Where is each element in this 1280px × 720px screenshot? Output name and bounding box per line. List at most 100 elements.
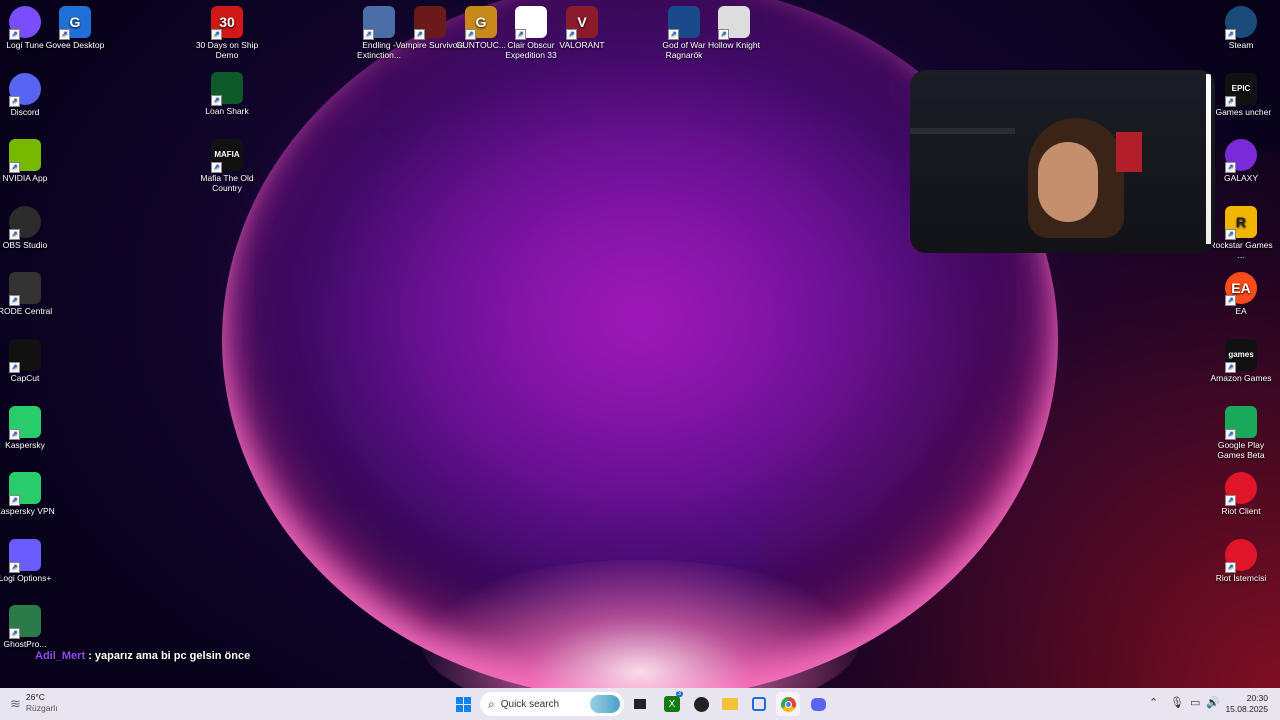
chrome-icon [780, 696, 796, 712]
weather-temp: 26°C [25, 692, 45, 702]
chrome-button[interactable] [776, 692, 800, 716]
icon-glyph: 30 [219, 14, 235, 30]
chat-message: Adil_Mert : yaparız ama bi pc gelsin önc… [35, 650, 250, 662]
shortcut-arrow-icon: ↗ [1225, 228, 1236, 240]
desktop-icon-obs[interactable]: ↗ OBS Studio [0, 204, 60, 250]
desktop-icon-epic-games[interactable]: EPIC ↗: Games uncher [1206, 71, 1276, 117]
desktop-icon-ea[interactable]: EA ↗ EA [1206, 270, 1276, 316]
desktop-icon-label: NVIDIA App [2, 173, 48, 184]
chevron-up-icon[interactable]: ⌃ [1149, 696, 1158, 709]
desktop-icon-logi-options[interactable]: ↗ Logi Options+ [0, 537, 60, 583]
desktop-icon-label: 30 Days on Ship Demo [195, 40, 259, 60]
desktop-icon-loan-shark[interactable]: ↗ Loan Shark [192, 70, 262, 116]
search-highlight-icon [590, 695, 620, 713]
desktop-icon-kaspersky[interactable]: ↗ Kaspersky [0, 404, 60, 450]
ea-icon: EA ↗ [1225, 272, 1257, 307]
file-icon: ↗ [515, 6, 547, 40]
desktop-icon-amazon-games[interactable]: games ↗ Amazon Games [1206, 337, 1276, 383]
weather-condition: Rüzgarlı [25, 703, 58, 713]
shortcut-arrow-icon: ↗ [9, 228, 20, 240]
desktop-icon-google-play-games[interactable]: ↗ Google Play Games Beta [1206, 404, 1276, 460]
obs-taskbar-button[interactable] [689, 692, 713, 716]
desktop-icon-label: Amazon Games [1210, 373, 1272, 383]
desktop-icon-label: Logi Options+ [0, 572, 52, 583]
microphone-icon[interactable]: 🎙 [1170, 696, 1184, 709]
shortcut-arrow-icon: ↗ [414, 29, 425, 40]
desktop-icon-govee[interactable]: G ↗ Govee Desktop [40, 4, 110, 50]
chat-text: yaparız ama bi pc gelsin önce [94, 650, 251, 662]
obs-icon: ↗ [9, 205, 41, 240]
taskbar-clock[interactable]: 20:30 15.08.2025 [1225, 693, 1268, 715]
wind-icon: ≋ [10, 695, 21, 711]
shortcut-arrow-icon: ↗ [9, 362, 20, 373]
rockstar-icon: R ↗ [1225, 205, 1257, 240]
light-bar [1206, 74, 1211, 244]
xbox-button[interactable]: X 3 [660, 691, 684, 716]
desktop-icon-label: Kaspersky [5, 439, 45, 450]
google-play-games-icon: ↗ [1225, 405, 1257, 440]
riot-istemcisi-icon: ↗ [1225, 538, 1257, 573]
desktop-icon-galaxy[interactable]: ↗ GALAXY [1206, 137, 1276, 183]
start-button[interactable] [451, 692, 475, 716]
desktop-icon-capcut[interactable]: ↗ CapCut [0, 337, 60, 383]
vampire-survivors-icon: ↗ [414, 6, 446, 40]
desktop-icon-label: RODE Central [0, 306, 53, 317]
desktop-icon-label: Govee Desktop [45, 40, 105, 50]
discord-taskbar-button[interactable] [806, 692, 830, 716]
streamer-face [1038, 142, 1098, 222]
nvidia-icon: ↗ [9, 139, 41, 174]
shortcut-arrow-icon: ↗ [1225, 362, 1236, 373]
logi-tune-icon: ↗ [9, 6, 41, 40]
taskbar: ≋ 26°C Rüzgarlı ⌕ Quick search X 3 ⌃ 🎙 ▭… [0, 688, 1280, 720]
display-icon[interactable]: ▭ [1190, 696, 1200, 709]
icon-glyph: EPIC [1231, 83, 1251, 93]
file-explorer-button[interactable] [718, 692, 742, 716]
desktop-icon-ghostpro[interactable]: ↗ GhostPro... [0, 603, 60, 649]
desktop-icon-riot-istemcisi[interactable]: ↗ Riot İstemcisi [1206, 537, 1276, 583]
clock-date: 15.08.2025 [1225, 704, 1268, 714]
desktop-icon-rode[interactable]: ↗ RODE Central [0, 270, 60, 316]
desktop-icon-riot-client[interactable]: ↗ Riot Client [1206, 470, 1276, 516]
desktop-icon-label: Rockstar Games ... [1209, 239, 1273, 260]
icon-glyph: R [1235, 213, 1247, 230]
rode-icon: ↗ [9, 272, 41, 307]
icon-glyph: games [1228, 350, 1254, 359]
taskbar-search[interactable]: ⌕ Quick search [480, 692, 624, 716]
desktop-icon-nvidia[interactable]: ↗ NVIDIA App [0, 137, 60, 183]
shortcut-arrow-icon: ↗ [1225, 428, 1236, 440]
shortcut-arrow-icon: ↗ [59, 29, 70, 40]
shortcut-arrow-icon: ↗ [465, 29, 476, 40]
weather-widget[interactable]: ≋ 26°C Rüzgarlı [10, 692, 58, 714]
icon-glyph: MAFIA [214, 150, 240, 159]
desktop-icon-30-days[interactable]: 30 ↗ 30 Days on Ship Demo [192, 4, 262, 60]
logi-options-icon: ↗ [9, 538, 41, 573]
amazon-games-icon: games ↗ [1225, 339, 1257, 373]
hollow-knight-icon: ↗ [718, 6, 750, 40]
desktop-icon-rockstar[interactable]: R ↗ Rockstar Games ... [1206, 204, 1276, 260]
shortcut-arrow-icon: ↗ [211, 162, 222, 173]
desktop-icon-kaspersky-vpn[interactable]: ↗ Kaspersky VPN [0, 470, 60, 516]
desktop-icon-steam[interactable]: ↗ Steam [1206, 4, 1276, 50]
task-view-button[interactable] [628, 692, 652, 716]
desktop-icon-mafia[interactable]: MAFIA ↗ Mafia The Old Country [192, 137, 262, 193]
ghostpro-icon: ↗ [9, 605, 41, 640]
shortcut-arrow-icon: ↗ [9, 162, 20, 174]
snipping-tool-button[interactable] [747, 692, 771, 716]
icon-glyph: G [69, 14, 81, 30]
desktop-icon-label: GALAXY [1223, 173, 1259, 184]
ghost-sign [1116, 132, 1142, 172]
search-icon: ⌕ [488, 696, 495, 711]
desktop-icon-hollow-knight[interactable]: ↗ Hollow Knight [699, 4, 769, 50]
icon-glyph: V [577, 14, 587, 30]
shortcut-arrow-icon: ↗ [363, 29, 374, 40]
obs-icon [693, 696, 709, 712]
desktop-icon-label: Google Play Games Beta [1217, 439, 1265, 460]
discord-icon [810, 697, 826, 711]
task-view-icon [634, 699, 646, 709]
desktop-icon-discord[interactable]: ↗ Discord [0, 71, 60, 117]
shortcut-arrow-icon: ↗ [1225, 561, 1236, 573]
desktop-icon-label: Steam [1228, 40, 1254, 50]
desktop-icon-valorant[interactable]: V ↗ VALORANT [547, 4, 617, 50]
loan-shark-icon: ↗ [211, 72, 243, 106]
volume-icon[interactable]: 🔊 [1206, 696, 1220, 709]
